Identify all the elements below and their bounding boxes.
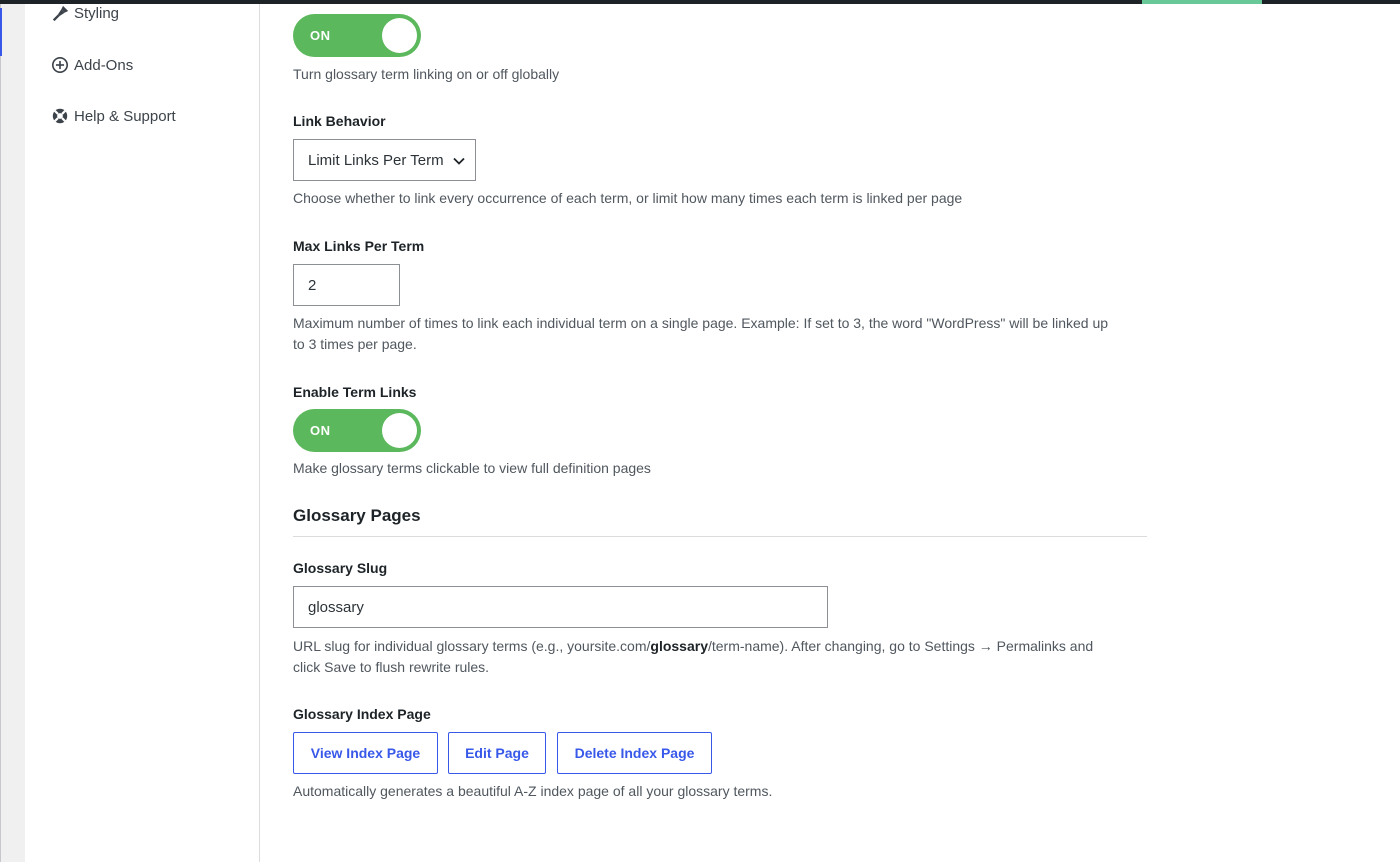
link-behavior-select[interactable]: Limit Links Per Term [293, 139, 476, 181]
term-links-label: Enable Term Links [293, 384, 417, 400]
term-links-toggle[interactable]: ON [293, 409, 421, 452]
sidebar-item-label: Help & Support [74, 107, 176, 125]
glossary-slug-label: Glossary Slug [293, 560, 388, 576]
max-links-description-line1: Maximum number of times to link each ind… [293, 315, 1109, 331]
plus-circle-icon [51, 56, 69, 74]
sidebar-item-label: Styling [74, 4, 120, 22]
sidebar-item-label: Add-Ons [74, 56, 134, 74]
global-linking-description: Turn glossary term linking on or off glo… [293, 66, 560, 82]
glossary-slug-input[interactable]: glossary [293, 586, 828, 628]
max-links-label: Max Links Per Term [293, 238, 425, 254]
edit-page-button[interactable]: Edit Page [448, 732, 546, 774]
max-links-value: 2 [308, 276, 317, 294]
glossary-slug-value: glossary [308, 598, 364, 616]
max-links-description: Maximum number of times to link each ind… [293, 313, 1108, 355]
toggle-state-label: ON [310, 423, 331, 438]
toggle-knob [382, 413, 417, 448]
link-behavior-label: Link Behavior [293, 113, 386, 129]
window-edge-marker [0, 8, 2, 56]
delete-index-page-button[interactable]: Delete Index Page [557, 732, 712, 774]
lifebuoy-icon [51, 107, 69, 125]
toggle-knob [382, 18, 417, 53]
global-linking-toggle[interactable]: ON [293, 14, 421, 57]
glossary-index-description: Automatically generates a beautiful A-Z … [293, 783, 773, 799]
slug-desc-prefix: URL slug for individual glossary terms (… [293, 638, 651, 654]
slug-desc-suffix: /term-name). After changing, go to Setti… [707, 638, 1094, 654]
slug-desc-bold: glossary [650, 638, 708, 654]
glossary-pages-heading: Glossary Pages [293, 506, 421, 525]
sidebar-item-help-support[interactable]: Help & Support [51, 104, 176, 128]
max-links-input[interactable]: 2 [293, 264, 400, 306]
term-links-description: Make glossary terms clickable to view fu… [293, 460, 651, 476]
sidebar-item-styling[interactable]: Styling [51, 1, 119, 25]
toggle-state-label: ON [310, 28, 331, 43]
sidebar-item-add-ons[interactable]: Add-Ons [51, 53, 133, 77]
settings-sidebar: Styling Add-Ons Help & Support [25, 4, 260, 862]
view-index-page-button[interactable]: View Index Page [293, 732, 438, 774]
section-divider [293, 536, 1147, 537]
chevron-down-icon [453, 157, 465, 165]
link-behavior-selected: Limit Links Per Term [308, 151, 444, 169]
link-behavior-description: Choose whether to link every occurrence … [293, 190, 963, 206]
slug-desc-line2: click Save to flush rewrite rules. [293, 659, 490, 675]
max-links-description-line2: to 3 times per page. [293, 336, 417, 352]
glossary-slug-description: URL slug for individual glossary terms (… [293, 636, 1093, 678]
paintbrush-icon [51, 4, 69, 22]
glossary-index-label: Glossary Index Page [293, 706, 431, 722]
window-left-edge [0, 4, 1, 862]
